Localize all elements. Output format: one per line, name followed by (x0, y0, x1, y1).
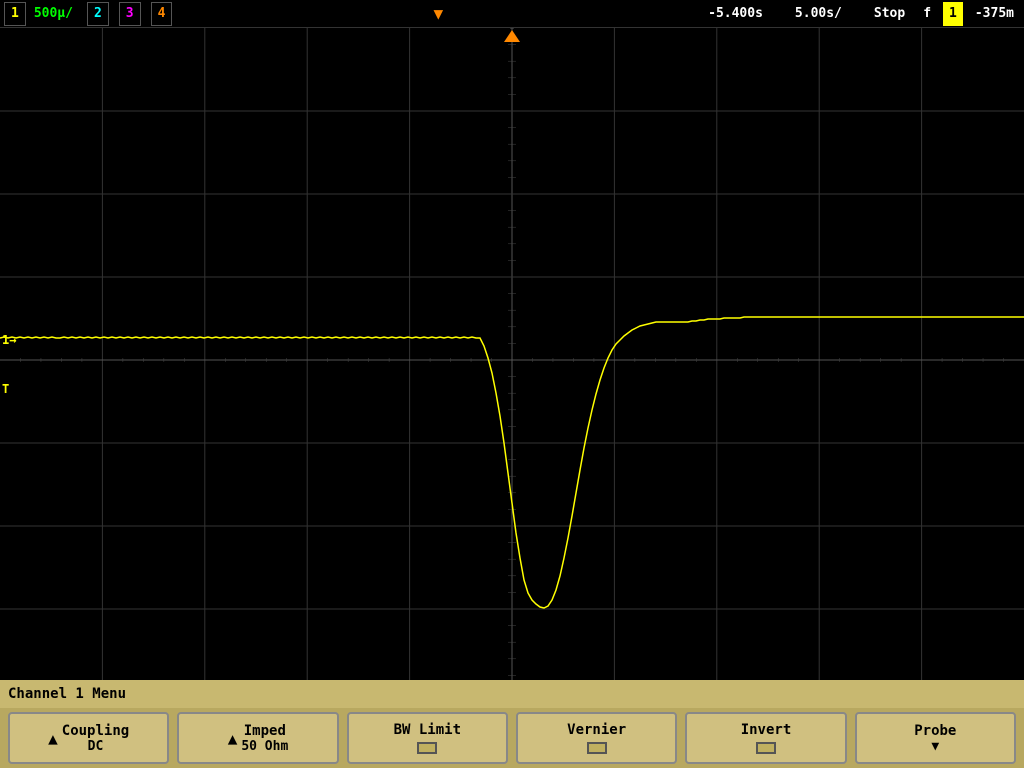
ch1-ground-marker: T (2, 382, 9, 396)
vernier-checkbox (587, 742, 607, 754)
coupling-label: Coupling (62, 723, 129, 739)
header-bar: 1 500μ/ 2 3 4 ▼ -5.400s 5.00s/ Stop f 1 … (0, 0, 1024, 28)
channel-info-bar: Channel 1 Menu (0, 680, 1024, 708)
bw-limit-label: BW Limit (394, 722, 461, 738)
ch1-active-label: 1 (949, 6, 957, 21)
ch1-level-text: 1→ (2, 333, 16, 347)
probe-label: Probe (914, 723, 956, 739)
oscilloscope-screen: 1→ T (0, 28, 1024, 680)
ch1-label-box: 1 (4, 2, 26, 26)
ch3-label: 3 (126, 6, 134, 21)
ch1-active-box: 1 (943, 2, 963, 26)
ch3-label-box: 3 (119, 2, 141, 26)
invert-button[interactable]: Invert (685, 712, 846, 764)
channel-menu-label: Channel 1 Menu (8, 686, 126, 702)
imped-value: 50 Ohm (241, 739, 288, 754)
invert-checkbox (756, 742, 776, 754)
coupling-arrow: ▲ (48, 729, 58, 748)
imped-label: Imped (244, 723, 286, 739)
vernier-label: Vernier (567, 722, 626, 738)
ch4-label: 4 (158, 6, 166, 21)
trigger-level-value: -375m (969, 2, 1020, 26)
imped-arrow: ▲ (228, 729, 238, 748)
ch1-scale: 500μ/ (28, 2, 79, 26)
ch2-label-box: 2 (87, 2, 109, 26)
vernier-button[interactable]: Vernier (516, 712, 677, 764)
ch1-label: 1 (11, 6, 19, 21)
coupling-button[interactable]: ▲ Coupling DC (8, 712, 169, 764)
time-scale-value: 5.00s/ (789, 2, 848, 26)
trigger-icon: f (917, 2, 937, 26)
run-status: Stop (868, 2, 911, 26)
imped-button[interactable]: ▲ Imped 50 Ohm (177, 712, 338, 764)
menu-button-bar: ▲ Coupling DC ▲ Imped 50 Ohm BW Limit Ve… (0, 708, 1024, 768)
trigger-position-indicator: ▼ (427, 2, 449, 26)
imped-content: Imped 50 Ohm (241, 723, 288, 754)
bw-limit-checkbox (417, 742, 437, 754)
grid: 1→ T (0, 28, 1024, 680)
oscilloscope: 1 500μ/ 2 3 4 ▼ -5.400s 5.00s/ Stop f 1 … (0, 0, 1024, 768)
bw-limit-button[interactable]: BW Limit (347, 712, 508, 764)
coupling-value: DC (88, 739, 104, 754)
ch2-label: 2 (94, 6, 102, 21)
coupling-content: Coupling DC (62, 723, 129, 754)
ch4-label-box: 4 (151, 2, 173, 26)
probe-button[interactable]: Probe ▼ (855, 712, 1016, 764)
probe-arrow: ▼ (931, 739, 939, 754)
waveform-area: 1→ T (0, 28, 1024, 680)
invert-label: Invert (741, 722, 792, 738)
time-ref-value: -5.400s (702, 2, 769, 26)
